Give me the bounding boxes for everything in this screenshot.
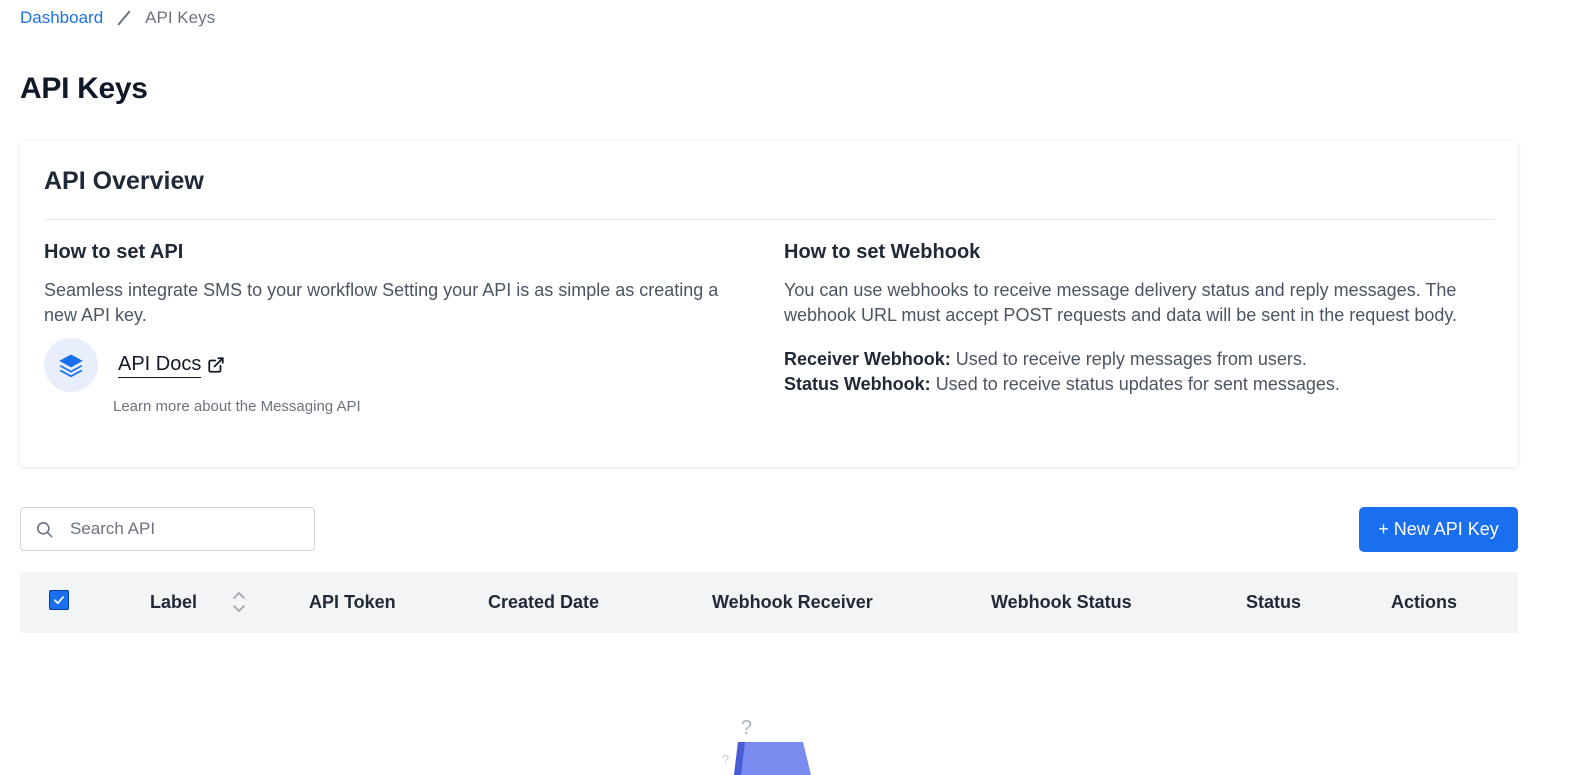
breadcrumb-dashboard-link[interactable]: Dashboard <box>20 8 103 28</box>
check-icon <box>54 596 64 605</box>
status-webhook-text: Used to receive status updates for sent … <box>935 374 1340 394</box>
api-docs-link[interactable]: API Docs <box>118 353 202 378</box>
column-header-webhook-receiver: Webhook Receiver <box>712 592 873 612</box>
external-link-icon[interactable] <box>207 356 225 374</box>
webhook-setup-section: How to set Webhook You can use webhooks … <box>784 241 1494 397</box>
empty-state-illustration: ? ? <box>715 712 825 775</box>
search-box[interactable] <box>20 507 315 551</box>
page: Dashboard API Keys API Keys API Overview… <box>0 0 1570 775</box>
api-overview-card: API Overview How to set API Seamless int… <box>20 141 1518 467</box>
column-header-webhook-status: Webhook Status <box>991 592 1132 612</box>
search-input[interactable] <box>68 518 292 540</box>
layers-icon <box>44 338 98 392</box>
column-header-label[interactable]: Label <box>150 572 197 633</box>
api-setup-text: Seamless integrate SMS to your workflow … <box>44 280 719 325</box>
breadcrumb: Dashboard API Keys <box>20 8 215 28</box>
receiver-webhook-line: Receiver Webhook: Used to receive reply … <box>784 347 1494 372</box>
column-header-created-date: Created Date <box>488 592 600 612</box>
api-docs-subtext: Learn more about the Messaging API <box>113 398 361 415</box>
empty-state-question-mark: ? <box>741 717 752 739</box>
sort-icon[interactable] <box>232 590 246 619</box>
overview-title: API Overview <box>44 167 204 195</box>
webhook-types: Receiver Webhook: Used to receive reply … <box>784 347 1494 397</box>
breadcrumb-separator <box>117 10 131 26</box>
column-header-api-token: API Token <box>309 592 396 612</box>
api-docs-row: API Docs <box>44 338 749 392</box>
webhook-setup-heading: How to set Webhook <box>784 241 981 263</box>
receiver-webhook-text: Used to receive reply messages from user… <box>955 349 1307 369</box>
page-title: API Keys <box>20 72 148 105</box>
api-setup-heading: How to set API <box>44 241 184 263</box>
new-api-key-button[interactable]: + New API Key <box>1359 507 1518 552</box>
breadcrumb-current: API Keys <box>145 8 216 27</box>
webhook-setup-text: You can use webhooks to receive message … <box>784 280 1458 325</box>
column-header-status: Status <box>1246 592 1302 612</box>
receiver-webhook-label: Receiver Webhook: <box>784 349 951 369</box>
column-header-actions: Actions <box>1391 592 1458 612</box>
empty-state-small-mark: ? <box>722 752 729 767</box>
overview-divider <box>44 219 1494 220</box>
status-webhook-label: Status Webhook: <box>784 374 931 394</box>
status-webhook-line: Status Webhook: Used to receive status u… <box>784 372 1494 397</box>
table-header: Label API Token Created Date Webhook Rec… <box>20 572 1518 633</box>
search-icon <box>35 520 54 539</box>
api-setup-section: How to set API Seamless integrate SMS to… <box>44 241 749 415</box>
select-all-checkbox[interactable] <box>49 590 69 610</box>
